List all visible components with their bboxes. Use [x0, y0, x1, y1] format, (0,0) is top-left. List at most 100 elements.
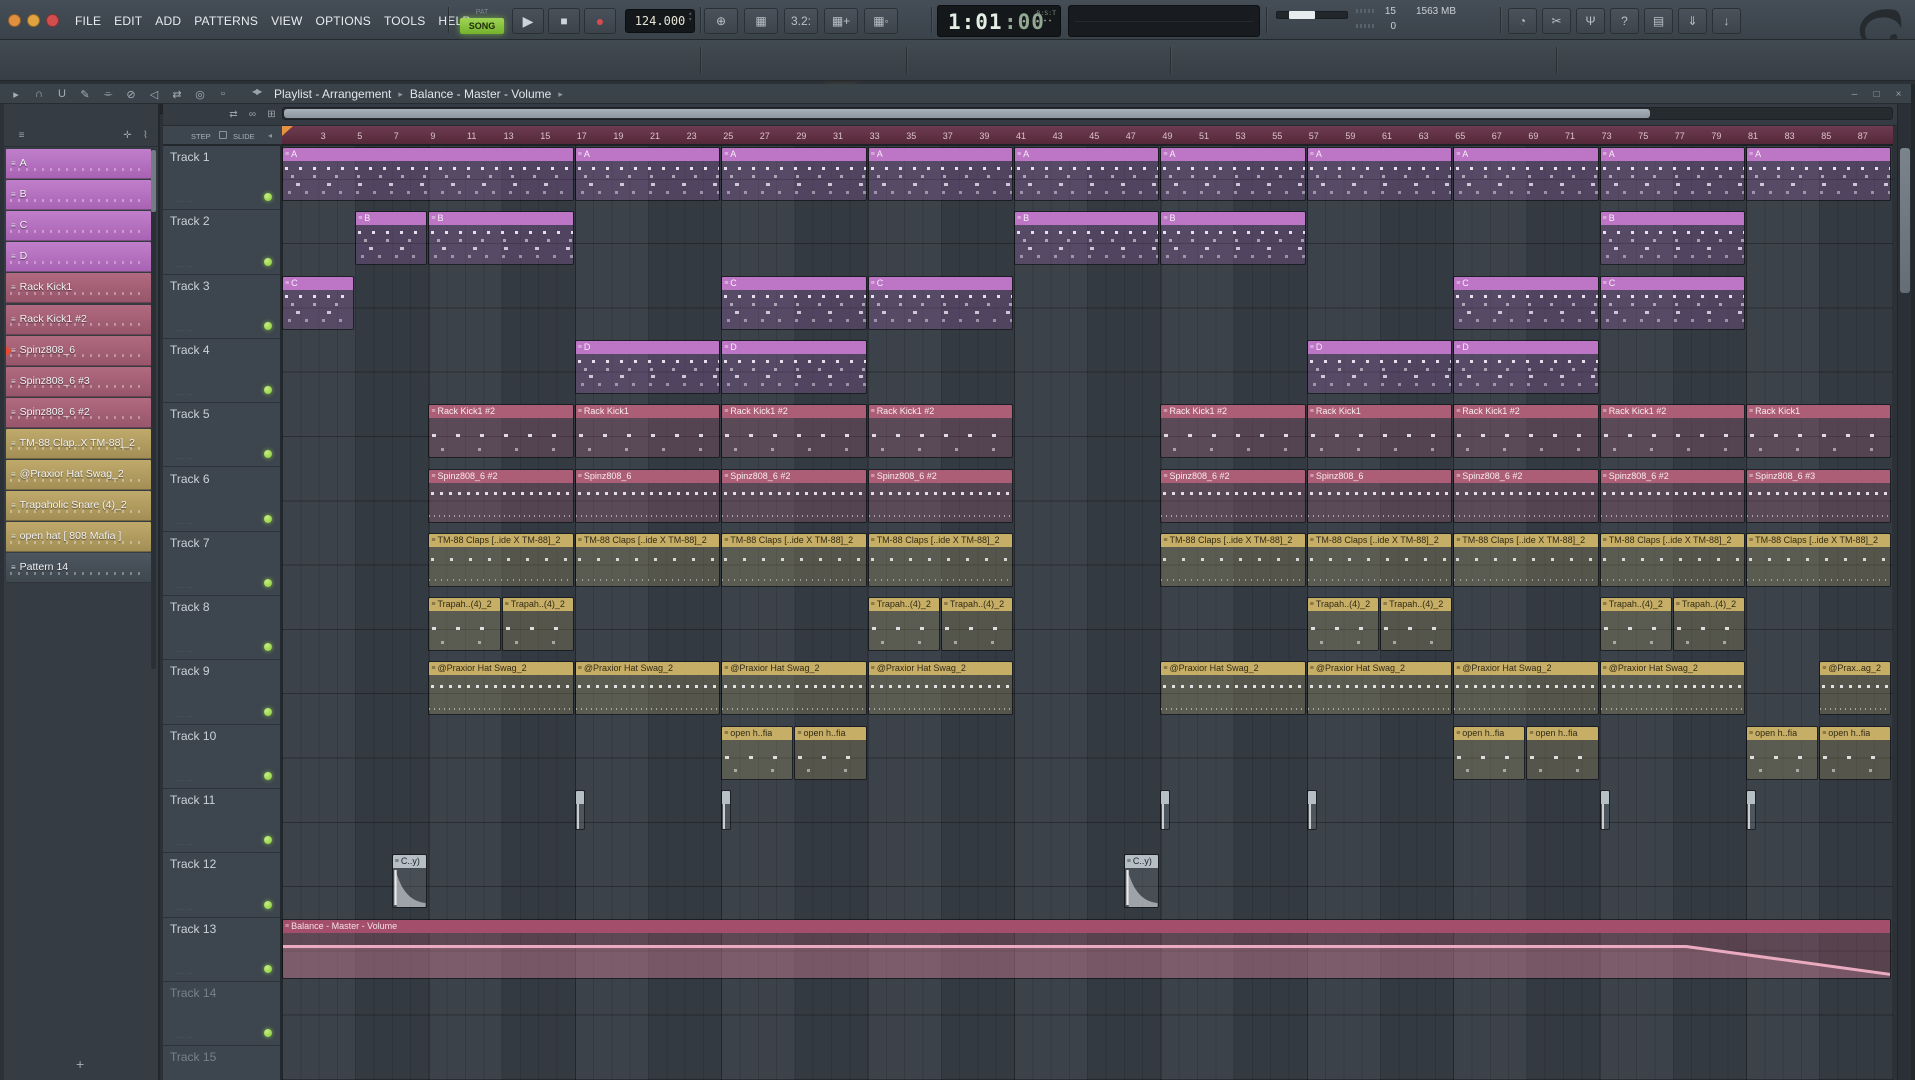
clip-audio[interactable] — [1746, 790, 1756, 830]
track-enable-led[interactable] — [264, 900, 272, 909]
clip-audio[interactable] — [1306, 790, 1317, 830]
pattern-item-b[interactable]: ≡ B — [6, 180, 151, 211]
track-enable-led[interactable] — [264, 836, 272, 845]
mute-tool[interactable]: ◁ — [144, 86, 164, 102]
pattern-item-tm-88-clap-x-tm-88-2[interactable]: ≡ TM-88 Clap..X TM-88]_2 — [6, 428, 151, 459]
track-header-8[interactable]: Track 8 ⋯⋯ — [163, 596, 280, 661]
main-volume-thumb[interactable] — [1289, 11, 1315, 19]
clip-tm-88-claps-ide-x-tm-88-2[interactable]: ≡ TM-88 Claps [..ide X TM-88]_2 — [428, 532, 574, 587]
clip-d[interactable]: ≡ D — [1306, 339, 1453, 394]
song-mode-label[interactable]: SONG — [460, 18, 504, 34]
clip-rack-kick1-2[interactable]: ≡ Rack Kick1 #2 — [428, 404, 574, 459]
clip-trapah-4-2[interactable]: ≡ Trapah..(4)_2 — [940, 597, 1013, 652]
track-enable-led[interactable] — [264, 771, 272, 780]
clip-open-h-fia[interactable]: ≡ open h..fia — [794, 725, 867, 780]
clip-rack-kick1-2[interactable]: ≡ Rack Kick1 #2 — [1160, 404, 1306, 459]
slip-tool[interactable]: ⇄ — [167, 86, 187, 102]
track-enable-led[interactable] — [264, 643, 272, 652]
clip-a[interactable]: ≡ A — [1746, 147, 1892, 201]
scroll-lock-icon[interactable]: ⇄ — [226, 107, 241, 121]
track-enable-led[interactable] — [264, 193, 272, 202]
track-enable-led[interactable] — [264, 450, 272, 459]
picker-link-icon[interactable]: ⌇ — [138, 128, 153, 142]
main-volume-slider[interactable] — [1276, 11, 1348, 19]
traffic-light-3[interactable] — [46, 14, 59, 27]
clip-rack-kick1-2[interactable]: ≡ Rack Kick1 #2 — [1453, 404, 1599, 459]
clip-c[interactable]: ≡ C — [1599, 275, 1745, 330]
playback-tool[interactable]: ▫ — [213, 86, 233, 102]
track-header-10[interactable]: Track 10 ⋯⋯ — [163, 725, 280, 789]
clip-spinz808-6-2[interactable]: ≡ Spinz808_6 #2 — [428, 468, 574, 523]
track-header-4[interactable]: Track 4 ⋯⋯ — [163, 339, 280, 404]
track-header-6[interactable]: Track 6 ⋯⋯ — [163, 468, 280, 532]
clip-a[interactable]: ≡ A — [1014, 147, 1160, 201]
clip-praxior-hat-swag-2[interactable]: ≡ @Praxior Hat Swag_2 — [1306, 661, 1453, 716]
clip-b[interactable]: ≡ B — [428, 211, 574, 266]
clip-rack-kick1[interactable]: ≡ Rack Kick1 — [1306, 404, 1453, 459]
clip-spinz808-6-2[interactable]: ≡ Spinz808_6 #2 — [1160, 468, 1306, 523]
track-header-12[interactable]: Track 12 ⋯⋯ — [163, 853, 280, 918]
clip-spinz808-6-2[interactable]: ≡ Spinz808_6 #2 — [721, 468, 867, 523]
clip-tm-88-claps-ide-x-tm-88-2[interactable]: ≡ TM-88 Claps [..ide X TM-88]_2 — [867, 532, 1013, 587]
clip-praxior-hat-swag-2[interactable]: ≡ @Praxior Hat Swag_2 — [574, 661, 721, 716]
menu-tools[interactable]: TOOLS — [383, 12, 426, 30]
clip-spinz808-6-2[interactable]: ≡ Spinz808_6 #2 — [867, 468, 1013, 523]
menu-options[interactable]: OPTIONS — [315, 12, 372, 30]
clip-tm-88-claps-ide-x-tm-88-2[interactable]: ≡ TM-88 Claps [..ide X TM-88]_2 — [1306, 532, 1453, 587]
step-checkbox[interactable] — [219, 131, 227, 139]
picker-menu-icon[interactable]: ≡ — [14, 128, 29, 142]
clip-c[interactable]: ≡ C — [282, 275, 355, 330]
clip-open-h-fia[interactable]: ≡ open h..fia — [1526, 725, 1599, 780]
cut-tool-button[interactable]: ✂ — [1542, 8, 1571, 34]
track-enable-led[interactable] — [264, 964, 272, 973]
slide-arrow-icon[interactable]: ◂ — [268, 131, 272, 140]
track-enable-led[interactable] — [264, 707, 272, 716]
clip-trapah-4-2[interactable]: ≡ Trapah..(4)_2 — [867, 597, 940, 652]
track-enable-led[interactable] — [264, 386, 272, 395]
breadcrumb-automation[interactable]: Balance - Master - Volume — [410, 87, 551, 101]
time-mode-label[interactable]: B:S:T — [1036, 9, 1056, 17]
clip-rack-kick1-2[interactable]: ≡ Rack Kick1 #2 — [1599, 404, 1745, 459]
sidebar-scrollbar-thumb[interactable] — [151, 150, 156, 212]
track-header-14[interactable]: Track 14 ⋯⋯ — [163, 982, 280, 1047]
link-icon[interactable]: ∞ — [245, 107, 260, 121]
time-display[interactable]: 1:01 :00 B:S:T — [937, 5, 1061, 37]
clip-open-h-fia[interactable]: ≡ open h..fia — [1819, 725, 1892, 780]
pat-song-switch[interactable]: PAT SONG — [460, 8, 504, 35]
clip-praxior-hat-swag-2[interactable]: ≡ @Praxior Hat Swag_2 — [1160, 661, 1306, 716]
clip-spinz808-6[interactable]: ≡ Spinz808_6 — [1306, 468, 1453, 523]
spinner-down-icon[interactable]: ▾ — [688, 17, 692, 23]
traffic-light-1[interactable] — [8, 14, 21, 27]
clip-trapah-4-2[interactable]: ≡ Trapah..(4)_2 — [1380, 597, 1453, 652]
minimize-window-button[interactable]: – — [1846, 87, 1863, 101]
clip-a[interactable]: ≡ A — [867, 147, 1013, 201]
bpm-display[interactable]: 124.000 ▴ ▾ — [625, 9, 695, 33]
clip-b[interactable]: ≡ B — [1599, 211, 1745, 266]
delete-tool[interactable]: ⊘ — [121, 86, 141, 102]
clip-c[interactable]: ≡ C — [1453, 275, 1599, 330]
clip-praxior-hat-swag-2[interactable]: ≡ @Praxior Hat Swag_2 — [1599, 661, 1745, 716]
clip-c[interactable]: ≡ C — [721, 275, 867, 330]
track-enable-led[interactable] — [264, 257, 272, 266]
pattern-item-trapaholic-snare-4-2[interactable]: ≡ Trapaholic Snare (4)_2 — [6, 491, 151, 522]
playlist-menu-tool[interactable]: ▸ — [6, 86, 26, 102]
clip-open-h-fia[interactable]: ≡ open h..fia — [1453, 725, 1526, 780]
export-button[interactable]: ⇓ — [1678, 8, 1707, 34]
preview-tool[interactable]: ∩ — [29, 86, 49, 102]
track-header-3[interactable]: Track 3 ⋯⋯ — [163, 275, 280, 339]
step-label[interactable]: STEP — [191, 132, 211, 141]
step-edit-toggle[interactable]: ▦◦ — [864, 8, 898, 34]
clip-trapah-4-2[interactable]: ≡ Trapah..(4)_2 — [501, 597, 574, 652]
detach-icon[interactable]: ◀▶ — [252, 87, 262, 96]
add-pattern-plus-button[interactable]: + — [76, 1056, 84, 1072]
playlist-grid[interactable]: ≡ A ≡ A ≡ A ≡ A ≡ A ≡ A ≡ A ≡ A ≡ A ≡ A ≡ B ≡ B ≡ B ≡ B ≡ B ≡ C ≡ C ≡ C ≡ C ≡ C… — [282, 146, 1893, 1080]
horizontal-scrollbar[interactable] — [282, 107, 1893, 120]
track-header-2[interactable]: Track 2 ⋯⋯ — [163, 210, 280, 275]
menu-edit[interactable]: EDIT — [113, 12, 143, 30]
clip-spinz808-6-2[interactable]: ≡ Spinz808_6 #2 — [1599, 468, 1745, 523]
clip-d[interactable]: ≡ D — [721, 339, 867, 394]
traffic-light-2[interactable] — [27, 14, 40, 27]
countdown-toggle[interactable]: 3.2: — [784, 8, 818, 34]
clip-rack-kick1-2[interactable]: ≡ Rack Kick1 #2 — [721, 404, 867, 459]
track-header-1[interactable]: Track 1 ⋯⋯ — [163, 146, 280, 211]
